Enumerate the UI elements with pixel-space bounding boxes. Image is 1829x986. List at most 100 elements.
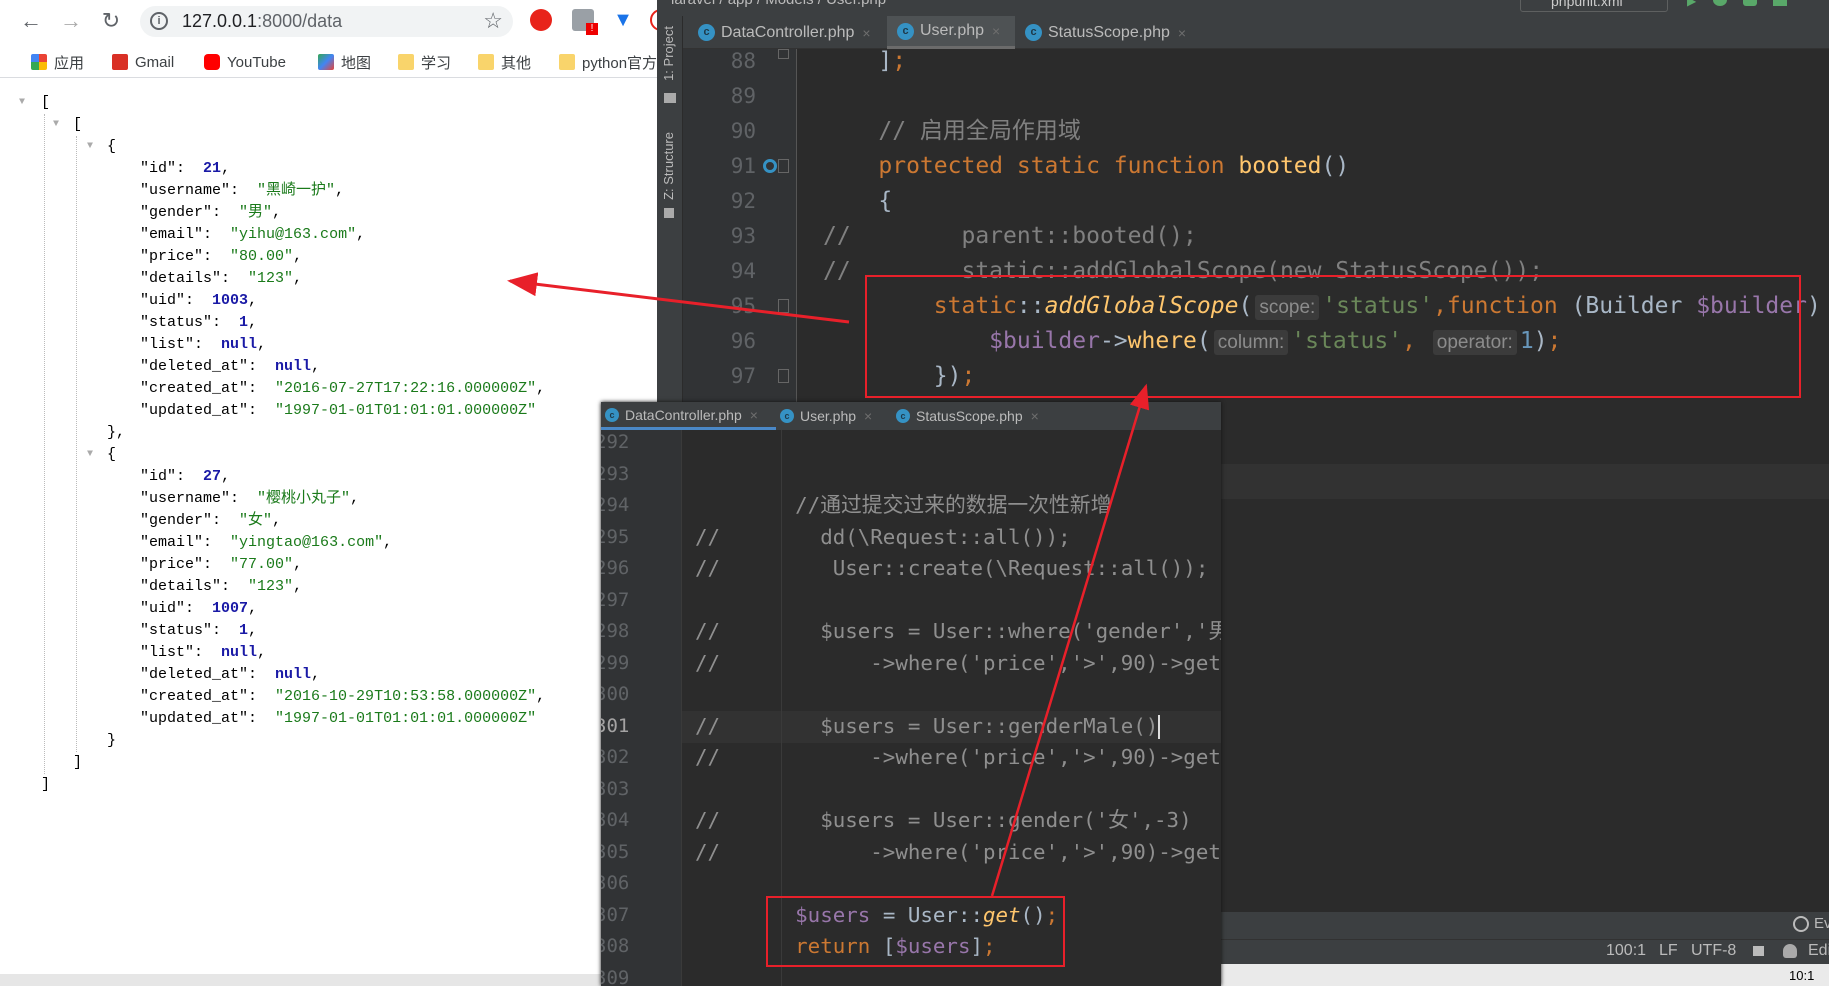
json-value: "2016-07-27T17:22:16.000000Z" xyxy=(275,380,537,397)
bookmark-2[interactable]: YouTube xyxy=(204,52,286,72)
breadcrumb[interactable]: laravel / app / Models / User.php xyxy=(671,0,886,8)
project-tool-button[interactable]: 1: Project xyxy=(661,26,676,81)
event-log-button[interactable]: Ev xyxy=(1814,915,1829,932)
line-separator[interactable]: LF xyxy=(1659,942,1678,960)
forward-button[interactable]: → xyxy=(58,8,84,34)
bookmark-5[interactable]: 其他 xyxy=(478,52,531,72)
editor-config[interactable]: Edi xyxy=(1808,942,1829,960)
parameter-hint: scope: xyxy=(1255,294,1320,320)
code-token: 'status' xyxy=(1322,292,1434,319)
vpn-extension-icon[interactable]: ▼ xyxy=(612,9,634,31)
tab-datacontroller-php[interactable]: c DataController.php × xyxy=(688,16,887,49)
lock-icon[interactable] xyxy=(1753,946,1764,956)
close-tab-icon[interactable]: × xyxy=(1178,25,1186,41)
code-line: // $users = User::genderMale() xyxy=(695,711,1161,743)
tab-user-php[interactable]: c User.php × xyxy=(776,402,892,430)
code-token: // 启用全局作用域 xyxy=(823,117,1081,144)
override-method-icon[interactable] xyxy=(763,158,777,173)
bookmark-label: YouTube xyxy=(227,53,286,71)
json-value: "yingtao@163.com" xyxy=(230,534,384,551)
json-key: price xyxy=(149,248,195,265)
code-token: () xyxy=(1321,152,1350,179)
caret-position[interactable]: 100:1 xyxy=(1606,942,1646,960)
navigation-bar: laravel / app / Models / User.php phpuni… xyxy=(657,0,1829,16)
run-icon[interactable]: ▶ xyxy=(1687,0,1701,8)
extension-warning-icon[interactable]: ! xyxy=(572,9,598,35)
snippet-editor-tabs: c DataController.php × c User.php × c StatusSco… xyxy=(601,402,1221,430)
tab-user-php[interactable]: c User.php × xyxy=(887,16,1015,49)
code-token: $builder xyxy=(1696,292,1807,319)
collapse-toggle-icon[interactable]: ▼ xyxy=(87,141,93,152)
extension-icon[interactable] xyxy=(650,9,657,31)
close-tab-icon[interactable]: × xyxy=(992,23,1000,39)
debug-icon[interactable] xyxy=(1713,0,1727,6)
code-token: $users xyxy=(895,934,971,958)
code-line: // dd(\Request::all()); xyxy=(695,522,1071,554)
back-button[interactable]: ← xyxy=(18,8,44,34)
collapse-toggle-icon[interactable]: ▼ xyxy=(19,97,25,108)
close-tab-icon[interactable]: × xyxy=(862,25,870,41)
code-token: [ xyxy=(882,934,896,958)
tab-datacontroller-php[interactable]: c DataController.php × xyxy=(601,402,776,430)
line-number: 97 xyxy=(730,363,756,388)
php-class-icon: c xyxy=(896,409,910,423)
close-tab-icon[interactable]: × xyxy=(1031,408,1039,424)
profile-icon[interactable] xyxy=(1773,0,1787,6)
json-value: "123" xyxy=(248,578,294,595)
code-token: // $users = User::gender('女',-3) xyxy=(695,808,1192,832)
code-line: // ->where('price','>',90)->get xyxy=(695,742,1221,774)
bookmark-label: python官方 xyxy=(582,54,657,72)
json-property: "gender": "男", xyxy=(140,204,282,221)
tab-label: StatusScope.php xyxy=(916,408,1023,424)
code-token: ; xyxy=(1045,902,1059,927)
code-line: // $users = User::gender('女',-3) xyxy=(695,805,1192,837)
code-token: }) xyxy=(823,362,962,389)
code-token: ; xyxy=(1547,327,1562,354)
bookmark-6[interactable]: python官方 xyxy=(559,52,657,72)
bookmark-4[interactable]: 学习 xyxy=(398,52,451,72)
fold-marker-icon[interactable] xyxy=(778,368,789,383)
close-tab-icon[interactable]: × xyxy=(750,407,758,423)
indent-guide xyxy=(76,136,77,752)
line-number: 308 xyxy=(601,935,630,957)
collapse-toggle-icon[interactable]: ▼ xyxy=(87,449,93,460)
adblock-extension-icon[interactable] xyxy=(530,9,552,31)
fold-marker-icon[interactable] xyxy=(778,158,789,173)
bookmark-label: 学习 xyxy=(421,54,452,72)
tab-statusscope-php[interactable]: c StatusScope.php × xyxy=(892,402,1061,430)
structure-tool-button[interactable]: Z: Structure xyxy=(661,132,676,200)
indent-guide xyxy=(44,114,45,774)
url-text[interactable]: 127.0.0.1:8000/data xyxy=(182,11,342,32)
tab-statusscope-php[interactable]: c StatusScope.php × xyxy=(1015,16,1202,49)
parameter-hint: column: xyxy=(1213,329,1289,355)
fold-marker-icon[interactable] xyxy=(778,298,789,313)
fold-marker-icon[interactable] xyxy=(778,49,789,59)
inspector-icon[interactable] xyxy=(1783,944,1797,958)
file-encoding[interactable]: UTF-8 xyxy=(1691,942,1736,960)
event-log-icon[interactable] xyxy=(1793,916,1809,932)
bookmark-1[interactable]: Gmail xyxy=(112,52,174,72)
bookmark-3[interactable]: 地图 xyxy=(318,52,371,72)
datacontroller-editor-snippet: c DataController.php × c User.php × c StatusSco… xyxy=(601,402,1221,986)
json-viewer: ▼[▼[▼{"id": 21, "username": "黑崎一护", "gende… xyxy=(0,92,657,972)
line-number: 96 xyxy=(730,328,756,353)
code-token: $users xyxy=(695,902,871,927)
json-key: username xyxy=(149,490,222,507)
info-icon[interactable]: i xyxy=(150,12,168,30)
reload-button[interactable]: ↻ xyxy=(98,8,124,34)
json-key: list xyxy=(149,336,186,353)
code-editor-datacontroller[interactable]: 292 293 294 295 296 297 298 299 300 301 302 303 304 3… xyxy=(601,430,1221,986)
run-config-dropdown[interactable]: phpunit.xml xyxy=(1520,0,1668,12)
code-token: (Builder xyxy=(1571,292,1697,319)
address-bar[interactable]: i 127.0.0.1:8000/data ☆ xyxy=(140,6,513,37)
coverage-icon[interactable] xyxy=(1743,0,1757,6)
close-tab-icon[interactable]: × xyxy=(864,408,872,424)
bookmark-0[interactable]: 应用 xyxy=(31,52,84,72)
url-path: :8000/data xyxy=(257,11,343,31)
bookmark-star-icon[interactable]: ☆ xyxy=(483,8,503,34)
json-property: "updated_at": "1997-01-01T01:01:01.00000… xyxy=(140,402,537,419)
collapse-toggle-icon[interactable]: ▼ xyxy=(53,119,59,130)
folder-icon xyxy=(478,54,494,70)
php-class-icon: c xyxy=(605,407,619,422)
tab-label: DataController.php xyxy=(625,406,742,423)
